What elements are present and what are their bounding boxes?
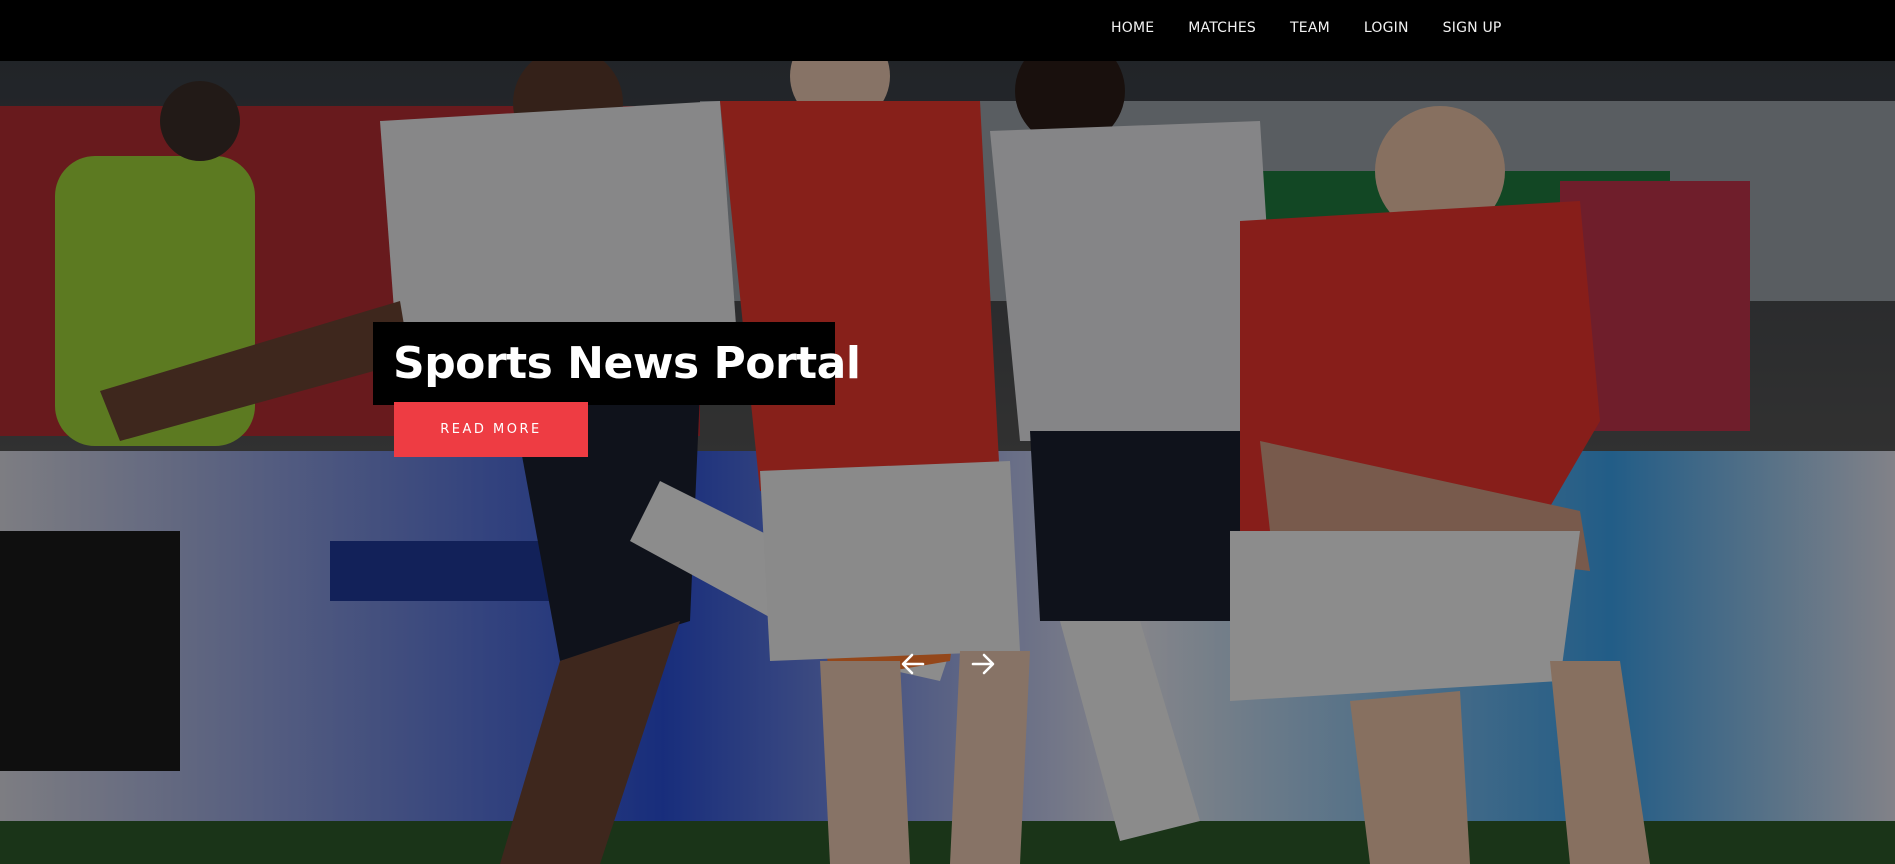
read-more-button[interactable]: READ MORE — [394, 402, 588, 457]
arrow-left-icon — [901, 653, 925, 675]
page: HOME MATCHES TEAM LOGIN SIGN UP Sports N… — [0, 0, 1895, 864]
nav-item-signup: SIGN UP — [1426, 19, 1519, 37]
nav-item-matches: MATCHES — [1171, 19, 1273, 37]
carousel-prev-button[interactable] — [897, 649, 929, 679]
nav-link-matches[interactable]: MATCHES — [1171, 20, 1273, 36]
arrow-right-icon — [971, 653, 995, 675]
nav-link-team[interactable]: TEAM — [1273, 20, 1347, 36]
hero-title: Sports News Portal — [393, 337, 861, 389]
hero-dark-overlay — [0, 61, 1895, 864]
hero-slider — [0, 61, 1895, 864]
hero-caption-box: Sports News Portal — [373, 322, 861, 405]
nav-item-home: HOME — [1094, 19, 1171, 37]
top-navbar: HOME MATCHES TEAM LOGIN SIGN UP — [0, 0, 1895, 61]
nav-item-team: TEAM — [1273, 19, 1347, 37]
nav-link-login[interactable]: LOGIN — [1347, 20, 1426, 36]
nav-link-signup[interactable]: SIGN UP — [1426, 20, 1519, 36]
nav-link-home[interactable]: HOME — [1094, 20, 1171, 36]
carousel-next-button[interactable] — [967, 649, 999, 679]
nav-item-login: LOGIN — [1347, 19, 1426, 37]
nav-menu: HOME MATCHES TEAM LOGIN SIGN UP — [1094, 0, 1519, 55]
